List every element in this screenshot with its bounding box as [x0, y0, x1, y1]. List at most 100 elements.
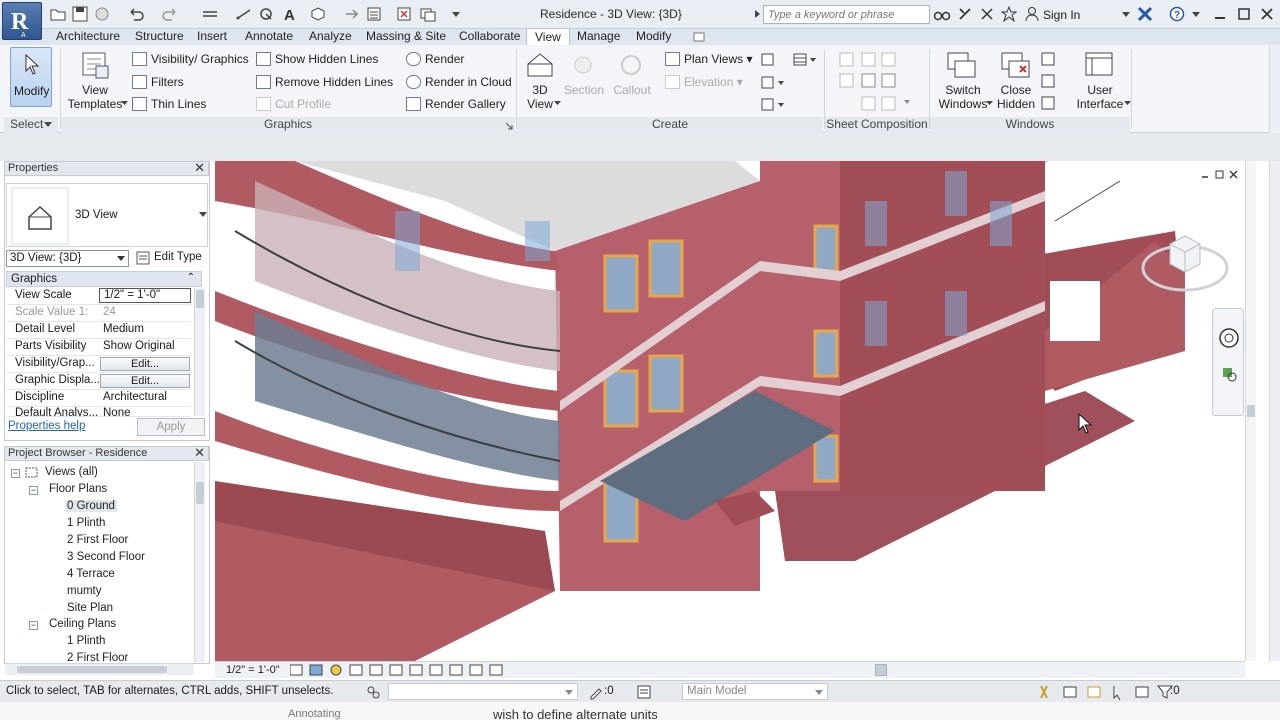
tab-structure[interactable]: Structure	[135, 29, 184, 45]
tree-floor-plans[interactable]: Floor Plans	[49, 483, 107, 495]
3d-view-button[interactable]: 3D View	[523, 83, 557, 111]
render-in-cloud-button[interactable]: Render in Cloud	[406, 75, 512, 89]
tab-modify[interactable]: Modify	[636, 29, 671, 45]
3d-view-dropdown-icon[interactable]	[554, 101, 561, 106]
exchange-apps-icon[interactable]	[1137, 6, 1153, 22]
remove-hidden-lines-button[interactable]: Remove Hidden Lines	[256, 75, 393, 89]
graphics-dialog-launcher-icon[interactable]	[505, 122, 513, 130]
prop-row-parts-visibility[interactable]: Parts Visibility Show Original	[7, 339, 191, 356]
tab-collaborate[interactable]: Collaborate	[459, 29, 520, 45]
browser-scroll-thumb[interactable]	[196, 482, 204, 504]
zoom-region-icon[interactable]	[1222, 367, 1238, 383]
properties-scrollbar[interactable]	[194, 288, 205, 416]
viewcube-icon[interactable]	[1140, 226, 1230, 296]
steering-wheel-icon[interactable]	[1218, 327, 1240, 349]
project-browser-close-icon[interactable]: ✕	[194, 446, 205, 459]
selection-filter-icons[interactable]	[1038, 683, 1176, 701]
properties-scroll-thumb[interactable]	[196, 290, 204, 308]
visibility-edit-button[interactable]: Edit...	[100, 357, 190, 371]
redo-icon[interactable]	[162, 6, 178, 22]
render-gallery-button[interactable]: Render Gallery	[406, 97, 506, 111]
view-scale-control[interactable]: 1/2" = 1'-0"	[226, 664, 280, 676]
signin-dropdown-icon[interactable]	[1118, 6, 1134, 22]
subscription-center-icon[interactable]	[957, 6, 973, 22]
sign-in-link[interactable]: Sign In	[1043, 8, 1080, 22]
minimize-icon[interactable]	[1212, 6, 1228, 22]
tree-item-1-plinth[interactable]: 1 Plinth	[67, 517, 105, 529]
workset-selector[interactable]	[388, 683, 578, 700]
viewport-hscrollbar[interactable]	[530, 664, 1235, 676]
save-icon[interactable]	[72, 6, 88, 22]
application-menu-button[interactable]: RA	[2, 2, 42, 40]
scope-box-icon[interactable]	[760, 75, 784, 91]
ribbon-scrollbar[interactable]	[1269, 45, 1280, 133]
section-button[interactable]: Section	[562, 83, 606, 97]
search-input[interactable]	[763, 5, 930, 24]
type-selector[interactable]: 3D View	[6, 183, 208, 247]
properties-help-link[interactable]: Properties help	[8, 420, 85, 432]
tree-ceiling-2-first-floor[interactable]: 2 First Floor	[67, 652, 128, 661]
prop-value[interactable]: Architectural	[103, 391, 167, 403]
editable-only-icon[interactable]	[588, 684, 604, 700]
callout-button[interactable]: Callout	[610, 83, 654, 97]
viewport-vscrollbar[interactable]	[1245, 161, 1256, 661]
user-interface-dropdown-icon[interactable]	[1124, 101, 1131, 106]
plan-views-button[interactable]: Plan Views ▾	[665, 52, 753, 66]
tree-item-2-first-floor[interactable]: 2 First Floor	[67, 534, 128, 546]
prop-value[interactable]: Medium	[103, 323, 144, 335]
sheet-composition-icons[interactable]	[838, 52, 918, 112]
modify-button[interactable]: Modify	[10, 47, 52, 107]
close-icon[interactable]	[1259, 6, 1275, 22]
measure-icon[interactable]	[202, 6, 218, 22]
view-templates-dropdown-icon[interactable]	[121, 101, 128, 106]
select-dropdown-icon[interactable]	[44, 122, 52, 128]
browser-scrollbar[interactable]	[194, 462, 205, 662]
graphics-section-header[interactable]: Graphics ⌃	[6, 271, 202, 287]
ribbon-minimize-icon[interactable]	[693, 31, 705, 43]
filters-button[interactable]: Filters	[132, 75, 184, 89]
apply-button[interactable]: Apply	[137, 418, 205, 436]
prop-row-default-analysis[interactable]: Default Analys... None	[7, 406, 191, 417]
tab-manage[interactable]: Manage	[577, 29, 620, 45]
instance-selector[interactable]: 3D View: {3D}	[6, 250, 129, 267]
communication-center-icon[interactable]	[979, 6, 995, 22]
section-icon[interactable]	[344, 6, 360, 22]
worksets-icon[interactable]	[365, 684, 381, 700]
viewport-hscroll-thumb[interactable]	[875, 664, 887, 676]
tree-item-mumty[interactable]: mumty	[67, 585, 102, 597]
cut-profile-button[interactable]: Cut Profile	[256, 97, 331, 111]
sync-icon[interactable]	[94, 6, 110, 22]
view-control-icons[interactable]	[290, 663, 520, 677]
sheet-icon[interactable]	[760, 97, 784, 113]
prop-row-discipline[interactable]: Discipline Architectural	[7, 390, 191, 407]
thin-lines-icon[interactable]	[366, 6, 382, 22]
tree-item-4-terrace[interactable]: 4 Terrace	[67, 568, 115, 580]
maximize-icon[interactable]	[1236, 6, 1252, 22]
tree-item-site-plan[interactable]: Site Plan	[67, 602, 113, 614]
window-vscrollbar[interactable]	[1269, 161, 1280, 661]
undo-icon[interactable]	[128, 6, 144, 22]
default-3d-view-icon[interactable]	[310, 6, 326, 22]
building-3d-model[interactable]	[215, 161, 1245, 661]
switch-windows-dropdown-icon[interactable]	[986, 101, 993, 106]
show-hidden-lines-button[interactable]: Show Hidden Lines	[256, 52, 378, 66]
user-icon[interactable]	[1024, 6, 1040, 22]
prop-row-graphic-display[interactable]: Graphic Displa... Edit...	[7, 373, 191, 390]
close-hidden-button[interactable]: Close Hidden	[994, 83, 1038, 111]
thin-lines-button[interactable]: Thin Lines	[132, 97, 206, 111]
help-icon[interactable]: ?	[1169, 6, 1185, 22]
tab-insert[interactable]: Insert	[197, 29, 227, 45]
prop-row-view-scale[interactable]: View Scale 1/2" = 1'-0"	[7, 288, 191, 305]
favorites-star-icon[interactable]	[1001, 6, 1017, 22]
prop-value[interactable]: None	[103, 407, 131, 416]
duplicate-view-icon[interactable]	[760, 52, 776, 68]
binoculars-icon[interactable]	[934, 6, 950, 22]
views-collapse-icon[interactable]: −	[11, 469, 20, 478]
open-icon[interactable]	[50, 6, 66, 22]
tag-icon[interactable]	[258, 6, 274, 22]
floor-plans-collapse-icon[interactable]: −	[29, 486, 38, 495]
properties-close-icon[interactable]: ✕	[194, 161, 205, 174]
schedules-icon[interactable]	[792, 52, 816, 68]
3d-viewport[interactable]	[215, 161, 1245, 661]
view-window-controls[interactable]	[1200, 169, 1240, 181]
